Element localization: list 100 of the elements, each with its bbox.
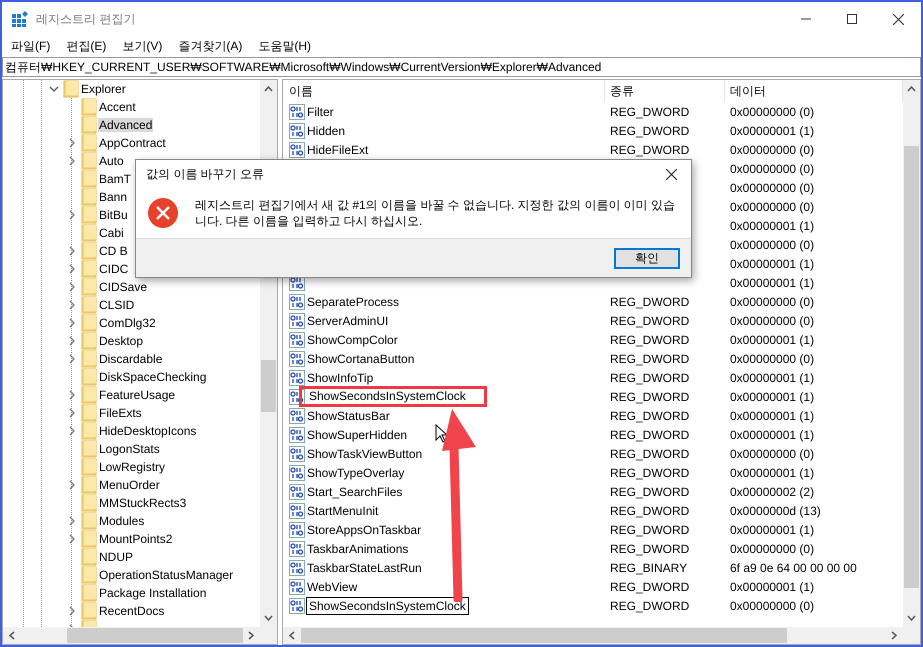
expand-icon[interactable] — [69, 408, 75, 418]
expand-icon[interactable] — [69, 354, 75, 364]
tree-item[interactable]: Discardable — [98, 352, 164, 366]
value-name[interactable]: Filter — [307, 104, 334, 118]
tree-item[interactable]: HideDesktopIcons — [98, 424, 198, 438]
tree-item[interactable]: MMStuckRects3 — [98, 496, 188, 510]
tree-item[interactable]: DiskSpaceChecking — [98, 370, 208, 384]
tree-item[interactable]: FileExts — [98, 406, 143, 420]
value-name[interactable]: ShowCortanaButton — [307, 352, 414, 366]
expand-icon[interactable] — [69, 246, 75, 256]
scroll-thumb[interactable] — [261, 360, 276, 412]
expand-icon[interactable] — [69, 480, 75, 490]
value-name[interactable]: Hidden — [307, 124, 346, 138]
tree-item[interactable]: Advanced — [98, 118, 154, 132]
tree-item[interactable]: MountPoints2 — [98, 532, 174, 546]
tree-item[interactable]: ComDlg32 — [98, 316, 157, 330]
value-name[interactable]: StartMenuInit — [307, 504, 378, 518]
menu-item[interactable]: 편집(E) — [66, 37, 106, 55]
horizontal-scrollbar[interactable] — [283, 627, 920, 644]
expand-icon[interactable] — [69, 534, 75, 544]
tree-item[interactable]: FeatureUsage — [98, 388, 176, 402]
address-field[interactable]: 컴퓨터₩HKEY_CURRENT_USER₩SOFTWARE₩Microsoft₩Windows₩CurrentVersion₩Explorer₩Advanced — [2, 57, 921, 77]
expand-icon[interactable] — [69, 264, 75, 274]
menu-item[interactable]: 보기(V) — [122, 37, 162, 55]
value-name[interactable]: ShowTypeOverlay — [307, 466, 404, 480]
tree-item[interactable]: Bann — [98, 190, 128, 204]
scrollbar[interactable] — [903, 80, 920, 627]
collapse-icon[interactable] — [49, 86, 59, 92]
horizontal-scrollbar[interactable] — [3, 627, 277, 644]
scroll-thumb[interactable] — [904, 146, 919, 588]
expand-icon[interactable] — [69, 336, 75, 346]
expand-icon[interactable] — [69, 390, 75, 400]
value-name[interactable]: ShowSuperHidden — [307, 428, 408, 442]
scroll-left-icon[interactable] — [9, 631, 15, 640]
rename-field[interactable]: ShowSecondsInSystemClock — [306, 596, 469, 614]
value-name[interactable]: ShowInfoTip — [307, 370, 374, 384]
value-name[interactable]: TaskbarStateLastRun — [307, 560, 422, 574]
value-name[interactable]: ServerAdminUI — [307, 314, 388, 328]
ok-button[interactable]: 확인 — [614, 248, 680, 268]
value-data: 0x0000000d (13) — [730, 504, 821, 518]
tree-item[interactable]: AppContract — [98, 136, 167, 150]
value-name[interactable]: WebView — [307, 580, 358, 594]
scroll-down-icon[interactable] — [907, 615, 916, 621]
scroll-down-icon[interactable] — [264, 615, 273, 621]
value-name[interactable]: HideFileExt — [307, 142, 368, 156]
tree-item[interactable]: NDUP — [98, 550, 134, 564]
tree-item[interactable]: RecentDocs — [98, 604, 166, 618]
expand-icon[interactable] — [69, 282, 75, 292]
tree-item[interactable]: Package Installation — [98, 586, 208, 600]
scroll-left-icon[interactable] — [289, 631, 295, 640]
value-name[interactable]: Start_SearchFiles — [307, 484, 402, 498]
value-name[interactable]: SeparateProcess — [307, 294, 400, 308]
tree-item[interactable]: MenuOrder — [98, 478, 161, 492]
tree-item[interactable]: Accent — [98, 100, 137, 114]
expand-icon[interactable] — [69, 210, 75, 220]
expand-icon[interactable] — [69, 426, 75, 436]
expand-icon[interactable] — [69, 138, 75, 148]
tree-item[interactable]: LogonStats — [98, 442, 161, 456]
binary-value-icon — [289, 294, 305, 310]
folder-icon — [81, 242, 97, 260]
scroll-up-icon[interactable] — [264, 86, 273, 92]
tree-item[interactable]: CIDC — [98, 262, 130, 276]
scroll-right-icon[interactable] — [248, 631, 254, 640]
tree-item[interactable]: CIDSave — [98, 280, 148, 294]
tree-item[interactable]: Explorer — [80, 82, 127, 96]
menu-item[interactable]: 파일(F) — [11, 37, 50, 55]
expand-icon[interactable] — [69, 318, 75, 328]
value-type: REG_DWORD — [610, 332, 690, 346]
scroll-thumb[interactable] — [301, 628, 787, 643]
value-name[interactable]: ShowSecondsInSystemClock — [299, 386, 487, 407]
column-header[interactable]: 이름 — [283, 80, 605, 102]
value-name[interactable]: TaskbarAnimations — [307, 542, 408, 556]
scroll-right-icon[interactable] — [891, 631, 897, 640]
tree-item[interactable]: Auto — [98, 154, 125, 168]
tree-item[interactable]: LowRegistry — [98, 460, 166, 474]
menu-item[interactable]: 도움말(H) — [258, 37, 311, 55]
tree-item[interactable]: BamT — [98, 172, 132, 186]
tree-item[interactable]: BitBu — [98, 208, 129, 222]
expand-icon[interactable] — [69, 516, 75, 526]
folder-icon — [81, 152, 97, 170]
value-name[interactable]: StoreAppsOnTaskbar — [307, 522, 422, 536]
tree-item[interactable]: Modules — [98, 514, 146, 528]
value-type: REG_DWORD — [610, 314, 690, 328]
value-name[interactable]: ShowCompColor — [307, 332, 398, 346]
value-name[interactable]: ShowTaskViewButton — [307, 446, 422, 460]
expand-icon[interactable] — [69, 156, 75, 166]
value-data: 0x00000001 (1) — [730, 390, 814, 404]
tree-item[interactable]: CLSID — [98, 298, 136, 312]
tree-item[interactable]: OperationStatusManager — [98, 568, 234, 582]
menu-item[interactable]: 즐겨찾기(A) — [178, 37, 242, 55]
scroll-thumb[interactable] — [67, 628, 243, 643]
folder-icon — [81, 422, 97, 440]
column-header[interactable]: 종류 — [605, 80, 725, 102]
tree-item[interactable]: Cabi — [98, 226, 125, 240]
value-name[interactable]: ShowStatusBar — [307, 408, 390, 422]
expand-icon[interactable] — [69, 606, 75, 616]
tree-item[interactable]: CD B — [98, 244, 129, 258]
tree-item[interactable]: Desktop — [98, 334, 144, 348]
scroll-up-icon[interactable] — [907, 86, 916, 92]
expand-icon[interactable] — [69, 300, 75, 310]
